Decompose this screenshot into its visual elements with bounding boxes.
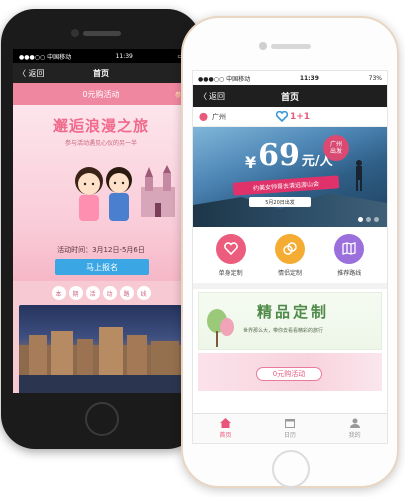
nav-title: 首页: [93, 68, 109, 78]
card-title: 精品定制: [257, 303, 330, 321]
hero-poster: 邂逅浪漫之旅 参与活动遇见心仪的另一半 活动时间：3月12日-5月6日 马上报名: [13, 105, 189, 281]
card-title: 0元购活动: [256, 367, 322, 381]
brand-logo: 1+1: [275, 111, 311, 122]
route-char: 活: [85, 286, 100, 300]
activity-title: 0元购活动: [82, 89, 120, 99]
tab-profile[interactable]: 我的: [349, 418, 361, 439]
badge-line-1: 广州: [329, 140, 342, 148]
castle-illustration: [141, 165, 175, 217]
user-icon: [349, 418, 360, 428]
brand-text: 1+1: [289, 111, 311, 122]
nav-bar: 〈 返回 首页: [13, 63, 189, 83]
front-phone-screen: ●●●○○ 中国移动 11:39 73% 〈 返回 首页 ⬤ 广州 1+1 ¥ …: [192, 70, 388, 444]
tab-bar: 首页 日历 我的: [193, 413, 387, 443]
hiker-figure: [356, 160, 362, 191]
tab-home[interactable]: 首页: [219, 418, 231, 439]
activity-banner[interactable]: 0元购活动 参与: [13, 83, 189, 105]
tree-illustration: [207, 309, 234, 347]
signup-button[interactable]: 马上报名: [55, 259, 149, 275]
battery-text: 73%: [368, 74, 382, 82]
hero-subline: 参与活动遇见心仪的另一半: [64, 140, 137, 147]
carousel-indicators: [358, 217, 379, 222]
activity-time: 活动时间：3月12日-5月6日: [57, 246, 145, 254]
home-button[interactable]: [85, 402, 119, 436]
location-pin-icon: ⬤: [199, 112, 208, 121]
currency-symbol: ¥: [245, 153, 257, 172]
status-time: 11:39: [115, 52, 133, 60]
back-label: 返回: [209, 91, 225, 101]
quick-link-routes[interactable]: 推荐路线: [334, 233, 365, 277]
calendar-icon: [284, 419, 295, 428]
city-skyline-image: [19, 327, 183, 393]
premium-custom-card[interactable]: 精品定制 世界那么大，带你去看看精彩的旅行: [198, 292, 382, 350]
camera-dot: [259, 42, 267, 50]
price-value: 69: [258, 138, 300, 173]
quick-link-couple[interactable]: 情侣定制: [274, 233, 305, 277]
badge-line-2: 出发: [329, 148, 342, 155]
tab-calendar[interactable]: 日历: [284, 418, 296, 439]
nav-bar: 〈 返回 首页: [193, 85, 387, 107]
promo-price: ¥ 69 元/人: [245, 141, 333, 171]
status-bar: ●●●○○ 中国移动 11:39 73%: [193, 71, 387, 85]
back-phone-screen: ●●●○○ 中国移动 11:39 ▭ 〈 返回 首页 0元购活动 参与 邂逅浪漫…: [13, 49, 189, 393]
map-icon: [334, 233, 365, 264]
zero-yuan-card[interactable]: 0元购活动: [198, 353, 382, 391]
heart-logo-icon: [275, 111, 288, 122]
tab-label: 首页: [219, 432, 232, 439]
quick-link-single[interactable]: 单身定制: [215, 233, 246, 277]
promo-carousel[interactable]: ¥ 69 元/人 广州 出发 约美女帅哥去清远游山会 5月20日出发: [193, 127, 387, 227]
hero-headline: 邂逅浪漫之旅: [52, 117, 149, 135]
front-phone: ●●●○○ 中国移动 11:39 73% 〈 返回 首页 ⬤ 广州 1+1 ¥ …: [181, 16, 399, 488]
tab-label: 日历: [283, 432, 296, 439]
speaker-grille: [271, 44, 311, 49]
home-icon: [219, 418, 231, 428]
speaker-grille: [83, 31, 121, 36]
route-title: 本 期 活 动 路 线: [13, 281, 189, 305]
carrier-text: ●●●○○ 中国移动: [19, 53, 72, 61]
venice-photo[interactable]: [19, 305, 183, 393]
carousel-dot[interactable]: [366, 217, 371, 222]
status-bar: ●●●○○ 中国移动 11:39 ▭: [13, 49, 189, 63]
departure-date: 5月20日出发: [249, 197, 311, 207]
route-char: 本: [51, 286, 66, 300]
camera-dot: [71, 29, 79, 37]
quick-link-label: 单身定制: [218, 269, 243, 277]
carousel-dot[interactable]: [374, 217, 379, 222]
route-char: 线: [136, 286, 151, 300]
quick-links: 单身定制 情侣定制 推荐路线: [193, 227, 387, 289]
quick-link-label: 情侣定制: [277, 269, 302, 277]
quick-link-label: 推荐路线: [337, 269, 362, 277]
tab-label: 我的: [348, 432, 361, 439]
city-selector[interactable]: 广州: [212, 112, 226, 122]
heart-icon: [215, 233, 246, 264]
card-subtitle: 世界那么大，带你去看看精彩的旅行: [243, 328, 324, 334]
carrier-text: ●●●○○ 中国移动: [198, 75, 251, 83]
back-button[interactable]: 〈 返回: [199, 91, 225, 102]
status-time: 11:39: [299, 74, 319, 82]
couple-illustration: [75, 167, 132, 221]
rings-icon: [274, 233, 305, 264]
promo-slogan: 约美女帅哥去清远游山会: [232, 175, 340, 196]
back-arrow-icon: 〈: [199, 91, 207, 101]
departure-city-badge: 广州 出发: [323, 135, 349, 161]
location-bar: ⬤ 广州 1+1: [193, 107, 387, 127]
route-char: 期: [68, 286, 83, 300]
home-button[interactable]: [272, 450, 310, 488]
route-char: 路: [119, 286, 134, 300]
carousel-dot[interactable]: [358, 217, 363, 222]
route-char: 动: [102, 286, 117, 300]
back-phone: ●●●○○ 中国移动 11:39 ▭ 〈 返回 首页 0元购活动 参与 邂逅浪漫…: [1, 9, 201, 449]
mockup-stage: ●●●○○ 中国移动 11:39 ▭ 〈 返回 首页 0元购活动 参与 邂逅浪漫…: [0, 0, 405, 497]
